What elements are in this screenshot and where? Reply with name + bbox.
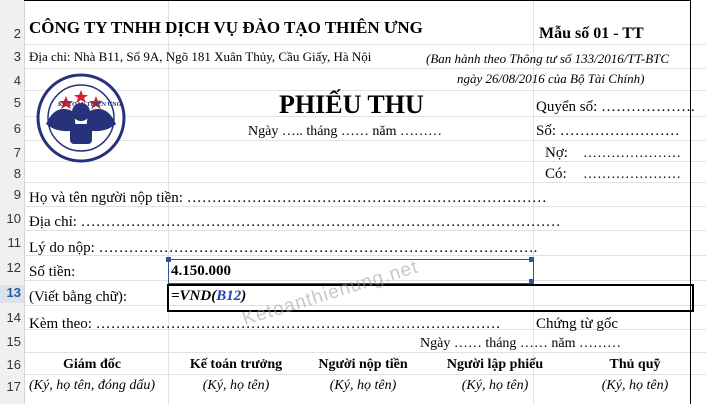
row-number[interactable]: 4 <box>0 73 24 91</box>
row-number[interactable]: 14 <box>0 310 24 328</box>
logo-icon <box>36 73 126 163</box>
issued-line-1[interactable]: (Ban hành theo Thông tư số 133/2016/TT-B… <box>426 51 669 67</box>
row-number[interactable]: 13 <box>0 285 24 303</box>
signer-note[interactable]: (Ký, họ tên) <box>602 378 668 394</box>
row-number[interactable]: 17 <box>0 379 24 397</box>
receipt-title[interactable]: PHIẾU THU <box>279 90 424 120</box>
payer-name-field[interactable]: Họ và tên người nộp tiền: ……………………………………… <box>29 190 547 207</box>
company-address[interactable]: Địa chỉ: Nhà B11, Số 9A, Ngõ 181 Xuân Th… <box>29 49 371 65</box>
signer-title[interactable]: Người nộp tiền <box>318 357 407 373</box>
document-number[interactable]: Số: …………………… <box>536 123 680 140</box>
signer-note[interactable]: (Ký, họ tên) <box>203 378 269 394</box>
amount-label[interactable]: Số tiền: <box>29 264 75 281</box>
book-number[interactable]: Quyển số: ………………. <box>536 99 695 116</box>
payer-address-field[interactable]: Địa chỉ: …………………………………………………………………………………… <box>29 214 561 231</box>
signer-title[interactable]: Giám đốc <box>63 357 121 373</box>
signer-title[interactable]: Người lập phiếu <box>447 357 543 373</box>
row-number[interactable]: 15 <box>0 334 24 352</box>
row-number[interactable]: 11 <box>0 235 24 253</box>
row-number[interactable]: 2 <box>0 26 24 44</box>
row-number[interactable]: 12 <box>0 260 24 278</box>
row-number[interactable]: 6 <box>0 121 24 139</box>
cell-reference: B12 <box>216 288 242 304</box>
row-number[interactable]: 5 <box>0 95 24 113</box>
row-number[interactable]: 8 <box>0 166 24 184</box>
date-line[interactable]: Ngày ….. tháng …… năm ……… <box>248 124 442 140</box>
credit-label[interactable]: Có: <box>545 166 567 183</box>
selection-handle[interactable] <box>529 257 534 262</box>
form-code[interactable]: Mẫu số 01 - TT <box>539 25 644 43</box>
signer-note[interactable]: (Ký, họ tên) <box>330 378 396 394</box>
row-number[interactable]: 9 <box>0 187 24 205</box>
signer-note[interactable]: (Ký, họ tên) <box>462 378 528 394</box>
credit-dots: ………………… <box>583 167 681 182</box>
signer-title[interactable]: Thủ quỹ <box>610 357 661 373</box>
original-docs-label[interactable]: Chứng từ gốc <box>536 316 618 333</box>
company-logo[interactable]: KẾ TOÁN THIÊN ƯNG <box>36 72 126 164</box>
signer-title[interactable]: Kế toán trưởng <box>190 357 282 373</box>
words-label[interactable]: (Viết bằng chữ): <box>29 289 127 306</box>
logo-text: KẾ TOÁN THIÊN ƯNG <box>58 102 122 108</box>
debit-dots: ………………… <box>583 146 681 161</box>
selection-handle[interactable] <box>166 257 171 262</box>
row-number[interactable]: 3 <box>0 49 24 67</box>
signature-date-line[interactable]: Ngày …… tháng …… năm ……… <box>420 336 621 352</box>
issued-line-2[interactable]: ngày 26/08/2016 của Bộ Tài Chính) <box>457 71 644 87</box>
row-number[interactable]: 7 <box>0 145 24 163</box>
signer-note[interactable]: (Ký, họ tên, đóng dấu) <box>29 378 155 394</box>
row-number[interactable]: 16 <box>0 357 24 375</box>
amount-value[interactable]: 4.150.000 <box>171 263 231 280</box>
formula-input[interactable]: =VND(B12) <box>171 288 246 305</box>
debit-label[interactable]: Nợ: <box>545 145 568 162</box>
reason-field[interactable]: Lý do nộp: ……………………………………………………………………………… <box>29 240 537 257</box>
company-name[interactable]: CÔNG TY TNHH DỊCH VỤ ĐÀO TẠO THIÊN ƯNG <box>29 18 423 38</box>
row-number[interactable]: 10 <box>0 211 24 229</box>
